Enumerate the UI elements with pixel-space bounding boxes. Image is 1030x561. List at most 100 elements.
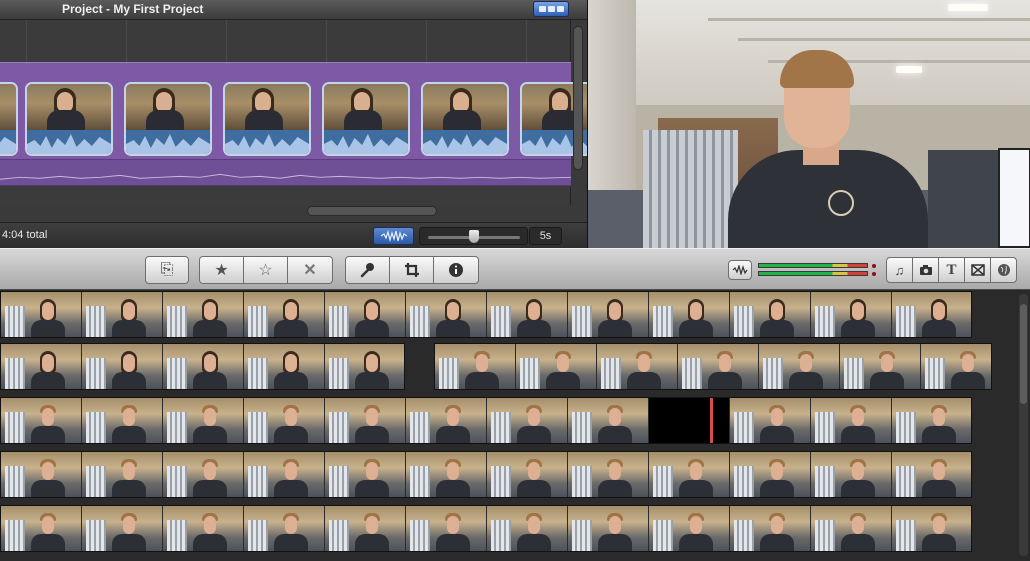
project-clip[interactable] [0, 82, 18, 156]
filmstrip-frame [163, 292, 243, 337]
project-clip[interactable] [421, 82, 509, 156]
filmstrip-frame [759, 344, 839, 389]
music-browser-button[interactable]: ♫ [886, 257, 913, 283]
reject-button[interactable]: ✕ [287, 256, 333, 284]
event-clip-filmstrip[interactable] [0, 397, 972, 444]
transitions-browser-button[interactable] [964, 257, 991, 283]
frame-person-face [123, 516, 135, 534]
clip-audio-waveform [126, 130, 210, 154]
clip-person-body [146, 110, 184, 132]
maps-globe-icon [997, 264, 1010, 276]
project-timeline[interactable] [0, 20, 608, 205]
maps-browser-button[interactable] [990, 257, 1017, 283]
project-clip[interactable] [322, 82, 410, 156]
frame-person-face [933, 516, 945, 534]
filmstrip-frame [82, 506, 162, 551]
frame-rack [925, 358, 945, 389]
crop-button[interactable] [389, 256, 434, 284]
filmstrip-frame [1, 452, 81, 497]
clip-audio-waveform [423, 130, 507, 154]
clip-person-body [443, 110, 481, 132]
event-clip-filmstrip[interactable] [0, 343, 405, 390]
frame-rack [815, 412, 835, 443]
filmstrip-frame [730, 398, 810, 443]
event-clip-filmstrip[interactable] [0, 505, 972, 552]
frame-person-face [690, 302, 702, 320]
frame-rack [896, 466, 916, 497]
voiceover-button[interactable] [345, 256, 390, 284]
title-browser-button[interactable]: T [938, 257, 965, 283]
frame-person-body [193, 426, 227, 443]
event-clip-filmstrip[interactable] [0, 291, 972, 338]
event-browser-scrollbar[interactable] [1019, 294, 1028, 556]
frame-person-body [193, 372, 227, 389]
zoom-slider-knob[interactable] [469, 230, 479, 243]
frame-rack [248, 412, 268, 443]
viewer-beam [708, 18, 1030, 21]
frame-rack [167, 466, 187, 497]
filmstrip-frame [435, 344, 515, 389]
unmark-button[interactable]: ☆ [243, 256, 288, 284]
scrollbar-thumb[interactable] [1020, 304, 1027, 404]
frame-person-body [517, 320, 551, 337]
filmstrip-frame [244, 398, 324, 443]
clip-thumbnail [0, 84, 16, 132]
frame-person-face [204, 408, 216, 426]
frame-rack [653, 306, 673, 337]
filmstrip-frame [811, 398, 891, 443]
filmstrip-frame [406, 398, 486, 443]
add-to-project-button[interactable]: ⎘ [145, 256, 189, 284]
frame-person-face [933, 462, 945, 480]
frame-person-body [546, 372, 580, 389]
show-waveform-button[interactable] [373, 227, 414, 245]
project-vertical-scrollbar[interactable] [573, 26, 583, 170]
frame-rack [5, 358, 25, 389]
favorite-star-icon: ★ [214, 262, 229, 279]
frame-person-body [760, 480, 794, 497]
project-view-toggle-button[interactable] [533, 1, 569, 17]
imovie-window: Project - My First Project 4:04 total 5s… [0, 0, 1030, 561]
project-clip[interactable] [124, 82, 212, 156]
filmstrip-frame [921, 344, 991, 389]
video-viewer[interactable] [587, 0, 1030, 248]
audio-levels-button[interactable] [728, 260, 752, 280]
clip-person-face [255, 92, 271, 112]
frame-rack [329, 358, 349, 389]
frame-rack [734, 520, 754, 551]
frame-person-body [274, 426, 308, 443]
favorite-button[interactable]: ★ [199, 256, 244, 284]
frame-person-body [922, 320, 956, 337]
event-clip-filmstrip[interactable] [434, 343, 992, 390]
filmstrip-frame [649, 292, 729, 337]
event-browser[interactable] [0, 290, 1030, 561]
frame-rack [734, 412, 754, 443]
clip-zoom-slider[interactable] [419, 227, 528, 245]
frame-person-face [366, 516, 378, 534]
frame-rack [5, 412, 25, 443]
clip-audio-waveform [0, 130, 16, 154]
clip-person-body [47, 110, 85, 132]
filmstrip-frame [244, 506, 324, 551]
add-to-project-icon: ⎘ [160, 261, 174, 278]
frame-rack [572, 412, 592, 443]
frame-person-body [355, 320, 389, 337]
frame-rack [682, 358, 702, 389]
clip-audio-waveform [27, 130, 111, 154]
project-clip[interactable] [25, 82, 113, 156]
frame-person-body [517, 426, 551, 443]
frame-person-face [933, 408, 945, 426]
frame-person-body [951, 372, 985, 389]
project-audio-track[interactable] [0, 160, 572, 186]
timeline-gridline [126, 20, 127, 62]
skimmer-playhead[interactable] [710, 398, 713, 443]
project-horizontal-scrollbar[interactable] [307, 206, 437, 216]
filmstrip-frame [1, 344, 81, 389]
media-browser-button-group: ♫ T [886, 257, 1017, 283]
event-clip-filmstrip[interactable] [0, 451, 972, 498]
photo-browser-button[interactable] [912, 257, 939, 283]
project-clip[interactable] [223, 82, 311, 156]
frame-rack [329, 306, 349, 337]
frame-person-face [476, 354, 488, 372]
info-button[interactable] [433, 256, 479, 284]
frame-rack [815, 466, 835, 497]
